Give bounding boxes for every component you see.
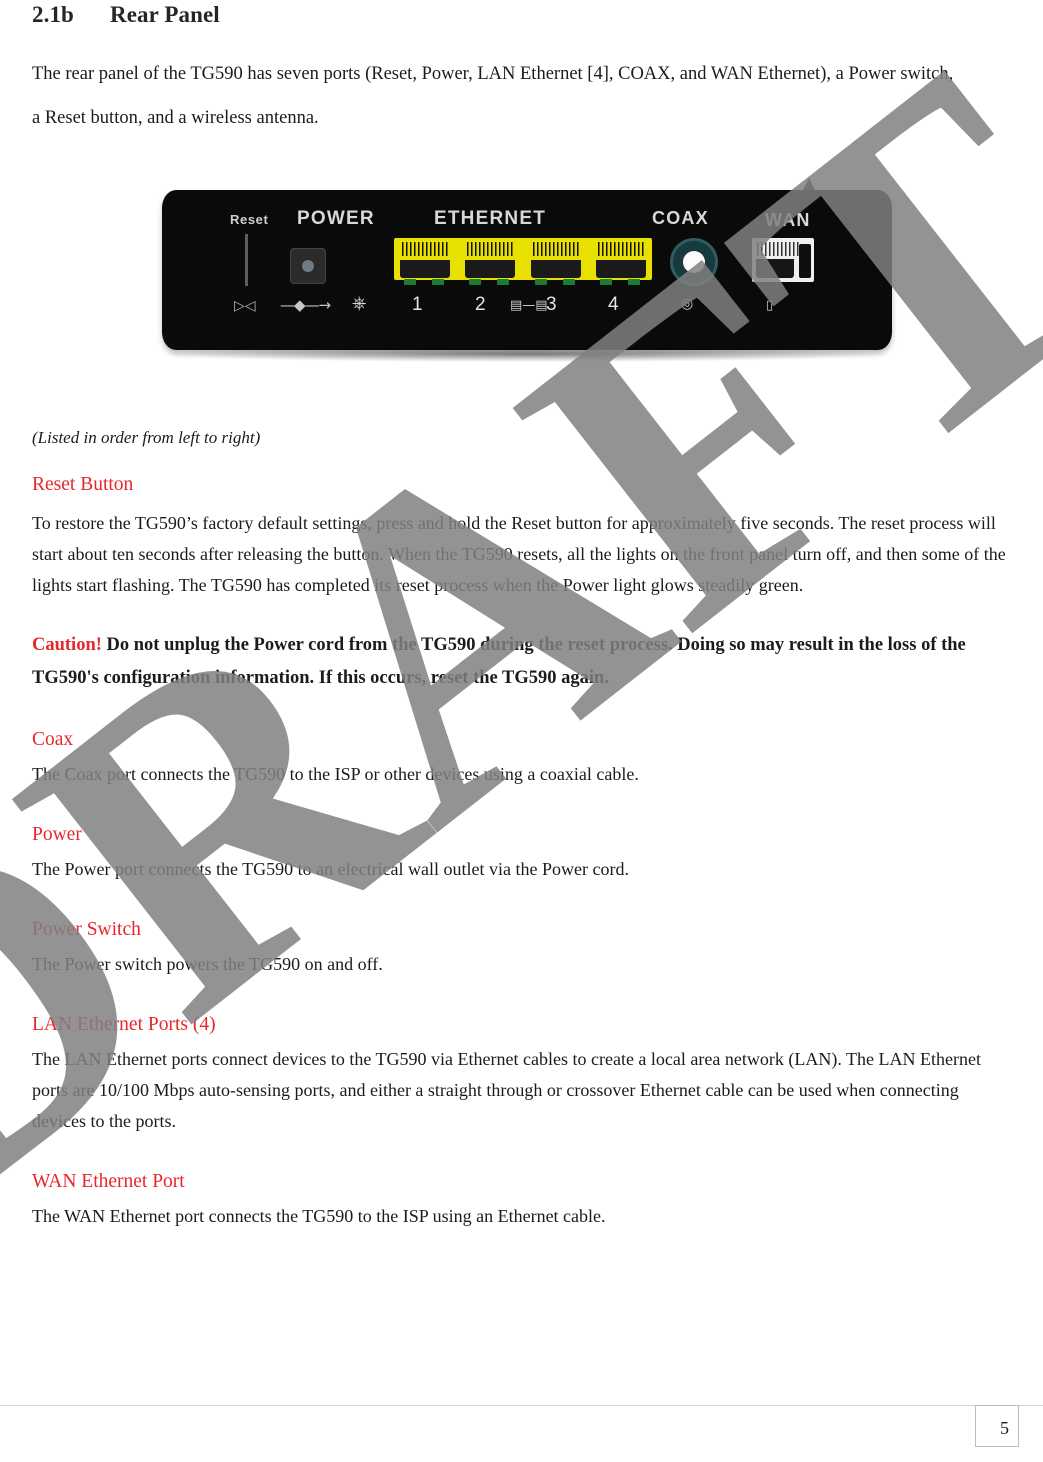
power-plug-icon: —◆—→ [280, 296, 331, 314]
ethernet-port [591, 238, 650, 285]
page-content: 2.1b Rear Panel The rear panel of the TG… [32, 0, 1012, 1232]
ethernet-led [627, 279, 640, 285]
router-shadow [168, 346, 884, 362]
figure-label-reset: Reset [230, 212, 269, 227]
caution-label: Caution! [32, 635, 102, 655]
figure-label-ethernet: ETHERNET [434, 208, 546, 229]
subheading-coax: Coax [32, 729, 74, 750]
ethernet-led [599, 279, 612, 285]
power-switch-icon: ⎈ [352, 293, 367, 314]
caution-block: Caution! Do not unplug the Power cord fr… [32, 629, 1012, 695]
paragraph-wan-ethernet-port: The WAN Ethernet port connects the TG590… [32, 1206, 606, 1226]
reset-arrow-icon: ▷◁ [234, 298, 256, 314]
paragraph-lan-ethernet-ports: The LAN Ethernet ports connect devices t… [32, 1049, 981, 1131]
router-body: Reset POWER ETHERNET COAX WAN ▷◁ —◆—→ ⎈ … [162, 190, 892, 350]
caution-text: Do not unplug the Power cord from the TG… [32, 635, 966, 688]
rear-panel-figure: Reset POWER ETHERNET COAX WAN ▷◁ —◆—→ ⎈ … [162, 178, 892, 370]
coax-connector-icon: ◎ [681, 296, 694, 312]
network-icon: ▤—▤ [510, 298, 548, 313]
ethernet-port-number: 3 [546, 294, 557, 315]
figure-label-power: POWER [297, 208, 375, 229]
page-number-box [975, 1405, 1019, 1447]
subheading-lan-ethernet-ports: LAN Ethernet Ports (4) [32, 1014, 216, 1035]
subheading-power-switch: Power Switch [32, 919, 141, 940]
ethernet-led [469, 279, 482, 285]
power-jack-port [290, 248, 326, 284]
coax-port [670, 238, 718, 286]
ethernet-led [404, 279, 416, 285]
section-title: Rear Panel [110, 2, 220, 27]
section-number: 2.1b [32, 2, 74, 27]
subheading-reset-button: Reset Button [32, 474, 134, 495]
paragraph-power-switch: The Power switch powers the TG590 on and… [32, 954, 383, 974]
ethernet-port [396, 238, 454, 285]
ethernet-port [526, 238, 585, 285]
ethernet-port-number: 2 [475, 294, 486, 315]
wan-port-icon: ▯ [766, 298, 774, 313]
paragraph-reset-button: To restore the TG590’s factory default s… [32, 513, 1006, 595]
ethernet-port-number: 1 [412, 294, 423, 315]
ethernet-led [562, 279, 575, 285]
document-page: 2.1b Rear Panel The rear panel of the TG… [0, 0, 1043, 1462]
paragraph-coax: The Coax port connects the TG590 to the … [32, 764, 639, 784]
ethernet-led [432, 279, 444, 285]
ethernet-port [461, 238, 520, 285]
reset-button-slot [245, 234, 248, 286]
ethernet-led [534, 279, 547, 285]
figure-label-wan: WAN [765, 210, 811, 230]
figure-caption: (Listed in order from left to right) [32, 428, 261, 447]
paragraph-power: The Power port connects the TG590 to an … [32, 859, 629, 879]
ethernet-port-number: 4 [608, 294, 619, 315]
wan-port [752, 238, 814, 282]
page-number: 5 [1000, 1418, 1009, 1438]
figure-label-coax: COAX [652, 208, 709, 228]
ethernet-port-bank [394, 238, 652, 285]
footer-rule [0, 1405, 1043, 1406]
wan-port-tab [799, 244, 811, 278]
subheading-wan-ethernet-port: WAN Ethernet Port [32, 1171, 185, 1192]
section-heading: 2.1b Rear Panel [32, 2, 1012, 28]
ethernet-led [497, 279, 510, 285]
subheading-power: Power [32, 824, 82, 845]
intro-paragraph: The rear panel of the TG590 has seven po… [32, 64, 954, 128]
